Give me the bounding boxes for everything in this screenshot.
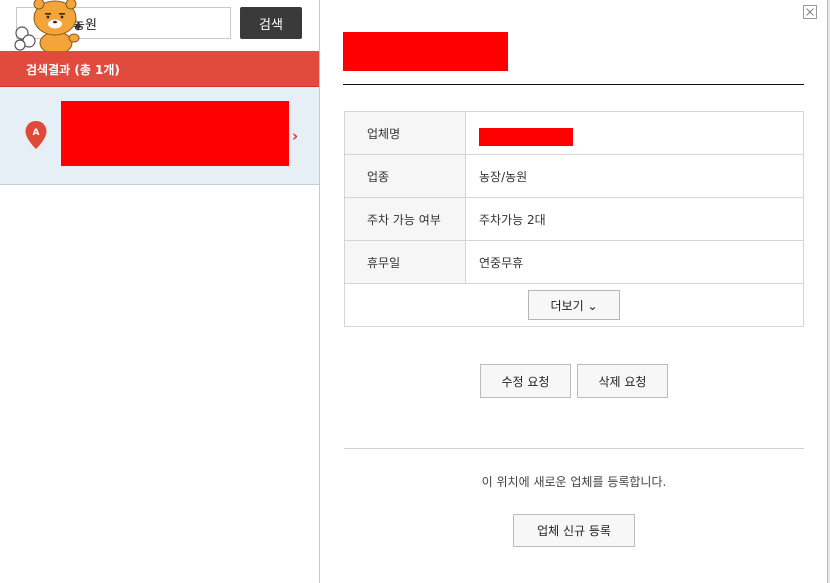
- detail-table: 업체명 업종 농장/농원 주차 가능 여부 주차가능 2대 휴무일 연중무휴 더…: [344, 111, 804, 327]
- row-label: 업체명: [344, 111, 466, 155]
- chevron-right-icon: ›: [292, 127, 299, 145]
- register-text: 이 위치에 새로운 업체를 등록합니다.: [481, 475, 667, 489]
- more-button[interactable]: 더보기 ⌄: [528, 290, 620, 320]
- row-value: 연중무휴: [465, 240, 804, 284]
- table-row: 업체명: [344, 111, 804, 155]
- mascot-icon: [14, 0, 83, 54]
- search-button[interactable]: 검색: [240, 7, 302, 39]
- table-row: 휴무일 연중무휴: [344, 240, 804, 284]
- title-divider: [343, 84, 804, 85]
- table-row: 업종 농장/농원: [344, 154, 804, 198]
- map-pin-icon: A: [25, 121, 47, 149]
- redacted-title: [343, 32, 508, 71]
- row-label: 휴무일: [344, 240, 466, 284]
- table-row: 더보기 ⌄: [344, 283, 804, 327]
- row-label: 업종: [344, 154, 466, 198]
- edit-request-button[interactable]: 수정 요청: [480, 364, 571, 398]
- divider: [344, 448, 804, 449]
- result-item[interactable]: A ›: [0, 87, 319, 185]
- search-panel: 검색 검색결과 (총 1개) A ›: [0, 0, 320, 583]
- row-value: 농장/농원: [465, 154, 804, 198]
- chevron-down-icon: ⌄: [587, 298, 598, 313]
- results-header: 검색결과 (총 1개): [0, 51, 319, 87]
- row-label: 주차 가능 여부: [344, 197, 466, 241]
- delete-request-button[interactable]: 삭제 요청: [577, 364, 668, 398]
- table-row: 주차 가능 여부 주차가능 2대: [344, 197, 804, 241]
- row-value: [465, 111, 804, 155]
- redacted-result-name: [61, 101, 289, 166]
- marker-label: A: [33, 128, 40, 138]
- close-icon[interactable]: [803, 5, 817, 19]
- redacted-business-name: [479, 128, 573, 146]
- register-business-button[interactable]: 업체 신규 등록: [513, 514, 635, 547]
- row-value: 주차가능 2대: [465, 197, 804, 241]
